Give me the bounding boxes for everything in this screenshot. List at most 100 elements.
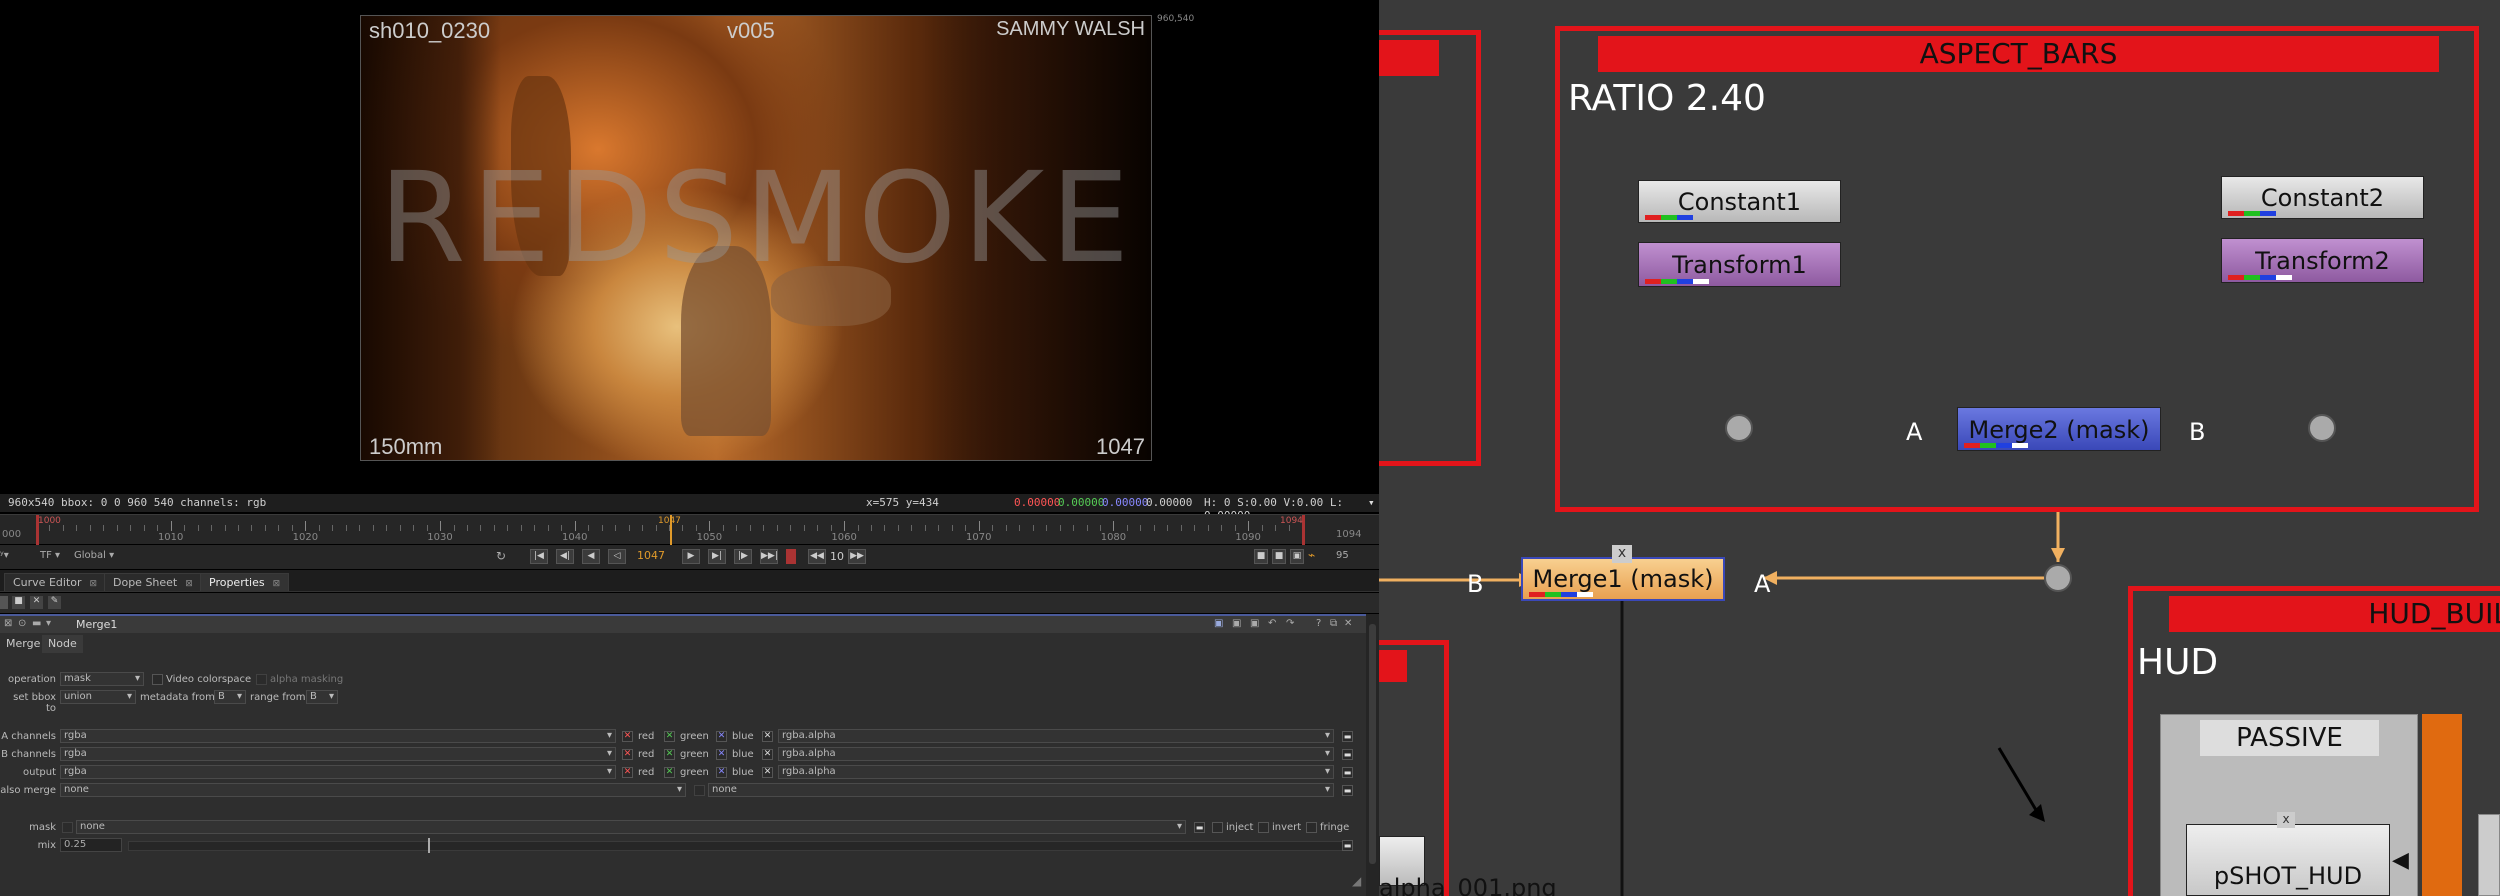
subtab-merge[interactable]: Merge xyxy=(0,635,47,653)
orange-backdrop-fragment[interactable] xyxy=(2422,714,2462,896)
ruler[interactable]: 1010 1020 1030 1040 1050 1060 1070 1080 1090 xyxy=(0,515,1379,545)
play-forward-button[interactable]: ▶ xyxy=(682,549,700,564)
b-blue-checkbox[interactable]: ✕ xyxy=(716,749,727,760)
node-constant2[interactable]: Constant2 xyxy=(2221,176,2424,219)
node-help-icon-3[interactable]: ▣ xyxy=(1250,618,1259,629)
node-help-icon-2[interactable]: ▣ xyxy=(1232,618,1241,629)
video-colorspace-checkbox[interactable] xyxy=(152,674,163,685)
node-collapse-icon[interactable]: ⊙ xyxy=(18,618,26,629)
pencil-icon[interactable]: ✎ xyxy=(48,596,61,609)
node-tile-icon[interactable]: ▾ xyxy=(46,618,51,629)
node-right-fragment[interactable] xyxy=(2478,814,2500,896)
mask-dropdown[interactable]: none ▾ xyxy=(76,820,1186,834)
step-back-button[interactable]: ◀◀ xyxy=(808,549,826,564)
properties-scrollbar[interactable] xyxy=(1366,614,1379,896)
b-green-checkbox[interactable]: ✕ xyxy=(664,749,675,760)
viewer-option-icon-2[interactable]: ■ xyxy=(1272,549,1286,564)
global-dropdown[interactable]: Global ▾ xyxy=(74,550,114,561)
play-backward-button[interactable]: ◁ xyxy=(608,549,626,564)
viewer-pane[interactable]: REDSMOKE sh010_0230 v005 SAMMY WALSH 150… xyxy=(0,0,1379,896)
out-blue-checkbox[interactable]: ✕ xyxy=(716,767,727,778)
mask-checkbox[interactable] xyxy=(62,822,73,833)
invert-checkbox[interactable] xyxy=(1258,822,1269,833)
close-icon[interactable]: ⊠ xyxy=(90,579,98,589)
range-from-dropdown[interactable]: B ▾ xyxy=(306,690,338,704)
next-frame-button[interactable]: ▶| xyxy=(708,549,726,564)
mask-anim-icon[interactable]: ▬ xyxy=(1194,822,1205,833)
out-alpha-checkbox[interactable]: ✕ xyxy=(762,767,773,778)
help-icon[interactable]: ? xyxy=(1316,618,1321,629)
dot-node-right[interactable] xyxy=(2308,414,2336,442)
backdrop-left-top-title[interactable] xyxy=(1379,40,1439,76)
prev-key-button[interactable]: ◀| xyxy=(556,549,574,564)
node-graph[interactable]: ASPECT_BARS RATIO 2.40 Constant1 Transfo… xyxy=(1379,0,2500,896)
backdrop-left-bottom-title[interactable] xyxy=(1379,650,1407,682)
step-forward-button[interactable]: ▶▶ xyxy=(848,549,866,564)
alpha-masking-checkbox[interactable] xyxy=(256,674,267,685)
fringe-checkbox[interactable] xyxy=(1306,822,1317,833)
node-name-field[interactable]: Merge1 xyxy=(76,618,117,631)
aspect-bars-title[interactable]: ASPECT_BARS xyxy=(1598,36,2439,72)
redo-icon[interactable]: ↷ xyxy=(1286,618,1294,629)
b-anim-icon[interactable]: ▬ xyxy=(1342,749,1353,760)
hud-build-title[interactable]: HUD_BUIL xyxy=(2169,596,2500,632)
step-increment[interactable]: 10 xyxy=(830,550,844,563)
passive-title[interactable]: PASSIVE xyxy=(2200,720,2379,756)
also-merge-dropdown[interactable]: none ▾ xyxy=(60,783,686,797)
a-alpha-dropdown[interactable]: rgba.alpha ▾ xyxy=(778,729,1334,743)
also-merge-anim-icon[interactable]: ▬ xyxy=(1342,785,1353,796)
close-icon[interactable]: ⊠ xyxy=(185,579,193,589)
out-alpha-dropdown[interactable]: rgba.alpha ▾ xyxy=(778,765,1334,779)
mix-anim-icon[interactable]: ▬ xyxy=(1342,840,1353,851)
a-channels-dropdown[interactable]: rgba ▾ xyxy=(60,729,616,743)
out-green-checkbox[interactable]: ✕ xyxy=(664,767,675,778)
node-constant1[interactable]: Constant1 xyxy=(1638,180,1841,223)
viewer-option-icon-1[interactable]: ■ xyxy=(1254,549,1268,564)
also-merge-dropdown-2[interactable]: none ▾ xyxy=(708,783,1334,797)
current-frame-field[interactable]: 1047 xyxy=(637,549,677,564)
b-alpha-checkbox[interactable]: ✕ xyxy=(762,749,773,760)
first-frame-button[interactable]: |◀ xyxy=(530,549,548,564)
a-green-checkbox[interactable]: ✕ xyxy=(664,731,675,742)
b-alpha-dropdown[interactable]: rgba.alpha ▾ xyxy=(778,747,1334,761)
dot-node-bottom[interactable] xyxy=(2044,564,2072,592)
set-bbox-dropdown[interactable]: union ▾ xyxy=(60,690,136,704)
b-channels-dropdown[interactable]: rgba ▾ xyxy=(60,747,616,761)
lock-icon[interactable]: ▣ xyxy=(1290,549,1304,564)
out-red-checkbox[interactable]: ✕ xyxy=(622,767,633,778)
prev-frame-button[interactable]: ◀ xyxy=(582,549,600,564)
fps-value[interactable]: 95 xyxy=(1336,550,1349,561)
mix-input[interactable]: 0.25 xyxy=(60,838,122,852)
backdrop-left-top[interactable] xyxy=(1379,30,1481,466)
loop-icon[interactable]: ↻ xyxy=(496,549,506,563)
close-icon[interactable]: ⊠ xyxy=(273,579,281,589)
metadata-from-dropdown[interactable]: B ▾ xyxy=(214,690,246,704)
node-merge1[interactable]: Merge1 (mask) xyxy=(1521,557,1725,601)
a-anim-icon[interactable]: ▬ xyxy=(1342,731,1353,742)
tab-curve-editor[interactable]: Curve Editor ⊠ xyxy=(4,573,107,591)
tf-dropdown[interactable]: TF ▾ xyxy=(40,550,60,561)
fps-dropdown[interactable]: ʸ▾ xyxy=(0,550,14,564)
node-pshot-hud-name[interactable]: pSHOT_HUD NAME xyxy=(2186,824,2390,896)
close-panel-icon[interactable]: ✕ xyxy=(1344,618,1352,629)
next-key-button[interactable]: |▶ xyxy=(734,549,752,564)
viewer-image[interactable]: REDSMOKE sh010_0230 v005 SAMMY WALSH 150… xyxy=(360,15,1152,461)
float-icon[interactable]: ⧉ xyxy=(1330,618,1337,629)
operation-dropdown[interactable]: mask ▾ xyxy=(60,672,144,686)
disable-node-icon[interactable]: x xyxy=(1612,545,1632,563)
subtab-node[interactable]: Node xyxy=(42,635,83,653)
lock-properties-icon[interactable]: ■ xyxy=(12,596,25,609)
pshot-disable-icon[interactable]: x xyxy=(2277,812,2295,828)
inject-checkbox[interactable] xyxy=(1212,822,1223,833)
undo-icon[interactable]: ↶ xyxy=(1268,618,1276,629)
bounce-icon[interactable]: ⌁ xyxy=(1308,548,1315,562)
dot-node-left[interactable] xyxy=(1725,414,1753,442)
tab-dope-sheet[interactable]: Dope Sheet ⊠ xyxy=(104,573,202,591)
node-color-icon[interactable]: ▬ xyxy=(32,618,41,629)
last-frame-button[interactable]: ▶▶| xyxy=(760,549,778,564)
node-transform1[interactable]: Transform1 xyxy=(1638,242,1841,287)
resize-grip-icon[interactable]: ◢ xyxy=(1352,874,1361,888)
pin-icon[interactable] xyxy=(0,596,8,609)
tab-properties[interactable]: Properties ⊠ xyxy=(200,573,290,591)
output-dropdown[interactable]: rgba ▾ xyxy=(60,765,616,779)
